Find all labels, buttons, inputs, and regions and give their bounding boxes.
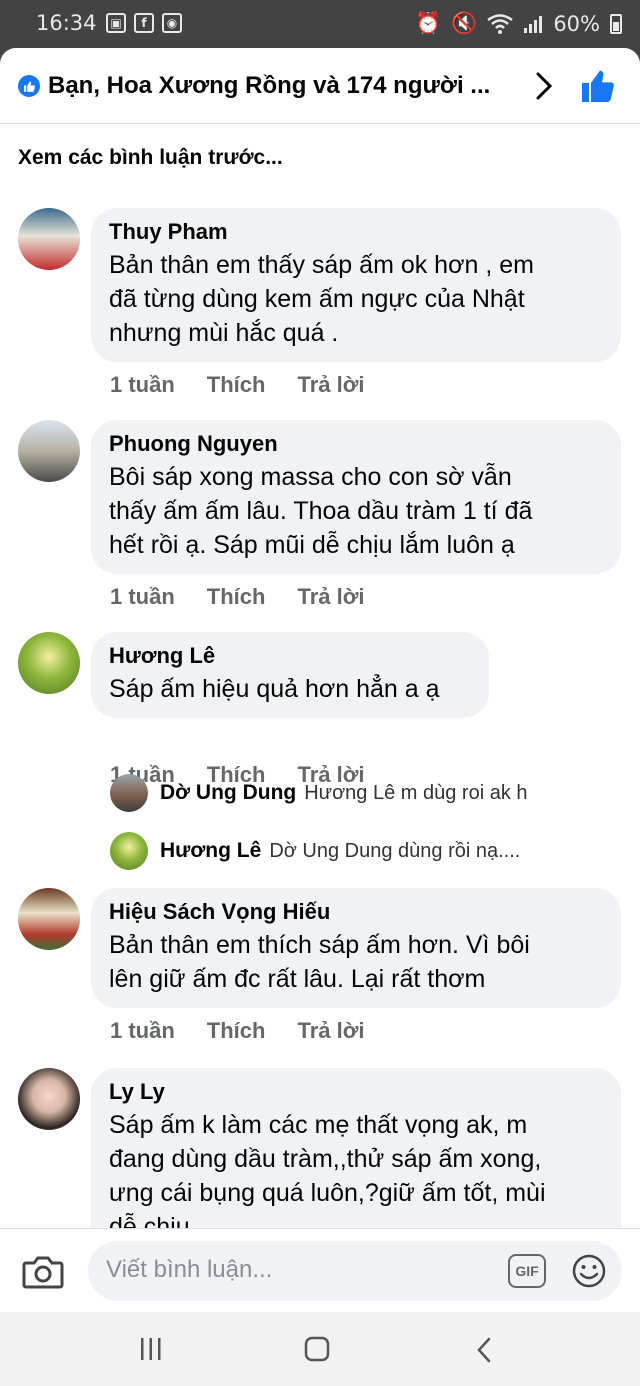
reply-text: Dờ Ung Dung dùng rồi nạ....: [269, 839, 521, 862]
comments-sheet: Bạn, Hoa Xương Rồng và 174 người ... Xem…: [0, 48, 640, 1312]
commenter-name[interactable]: Phuong Nguyen: [109, 430, 603, 458]
home-icon[interactable]: [304, 1336, 330, 1362]
commenter-name[interactable]: Hương Lê: [160, 839, 261, 863]
commenter-name[interactable]: Hương Lê: [109, 642, 471, 670]
comment-bubble[interactable]: Phuong Nguyen Bôi sáp xong massa cho con…: [91, 420, 621, 574]
comment-time: 1 tuần: [110, 372, 175, 397]
battery-percent: 60%: [553, 11, 600, 36]
reply-item[interactable]: Hương Lê Dờ Ung Dung dùng rồi nạ....: [110, 832, 520, 870]
like-button-icon[interactable]: [580, 68, 616, 104]
reply-comment-button[interactable]: Trả lời: [297, 372, 364, 398]
avatar[interactable]: [18, 632, 80, 694]
like-comment-button[interactable]: Thích: [207, 1018, 266, 1044]
reactions-header[interactable]: Bạn, Hoa Xương Rồng và 174 người ...: [0, 48, 640, 124]
reply-text: Hương Lê m dùg roi ak h: [304, 781, 528, 804]
avatar[interactable]: [110, 774, 148, 812]
avatar[interactable]: [18, 888, 80, 950]
alarm-icon: ⏰: [415, 11, 442, 35]
comment-text: Sáp ấm hiệu quả hơn hẳn a ạ: [109, 675, 440, 703]
see-previous-comments-link[interactable]: Xem các bình luận trước...: [18, 146, 283, 170]
gallery-notification-icon: ▣: [106, 13, 126, 33]
messenger-notification-icon: ◉: [162, 13, 182, 33]
like-comment-button[interactable]: Thích: [207, 584, 266, 610]
comment-bubble[interactable]: Hiệu Sách Vọng Hiếu Bản thân em thích sá…: [91, 888, 621, 1008]
commenter-name[interactable]: Dờ Ung Dung: [160, 781, 296, 805]
reply-comment-button[interactable]: Trả lời: [297, 584, 364, 610]
comment-actions: 1 tuần Thích Trả lời: [110, 372, 396, 398]
commenter-name[interactable]: Hiệu Sách Vọng Hiếu: [109, 898, 603, 926]
mute-icon: 🔇: [451, 11, 478, 35]
reactions-summary[interactable]: Bạn, Hoa Xương Rồng và 174 người ...: [48, 72, 518, 100]
recent-apps-icon[interactable]: [138, 1336, 164, 1362]
system-icons: ⏰ 🔇 60%: [415, 11, 622, 36]
comment-bubble[interactable]: Hương Lê Sáp ấm hiệu quả hơn hẳn a ạ: [91, 632, 489, 718]
comment-text: Bản thân em thích sáp ấm hơn. Vì bôi lên…: [109, 931, 530, 993]
reply-item[interactable]: Dờ Ung Dung Hương Lê m dùg roi ak h: [110, 774, 528, 812]
emoji-icon[interactable]: [571, 1253, 607, 1289]
comment-input[interactable]: Viết bình luận... GIF: [88, 1241, 622, 1301]
comment-actions: 1 tuần Thích Trả lời: [110, 1018, 396, 1044]
comment-bubble[interactable]: Thuy Pham Bản thân em thấy sáp ấm ok hơn…: [91, 208, 621, 362]
comment-time: 1 tuần: [110, 1018, 175, 1043]
back-icon[interactable]: [474, 1336, 494, 1364]
comment-composer: Viết bình luận... GIF: [0, 1228, 640, 1312]
comment-input-placeholder: Viết bình luận...: [106, 1256, 273, 1283]
commenter-name[interactable]: Ly Ly: [109, 1078, 603, 1106]
comment-actions: 1 tuần Thích Trả lời: [110, 584, 396, 610]
gif-button[interactable]: GIF: [508, 1254, 546, 1288]
avatar[interactable]: [110, 832, 148, 870]
status-bar: 16:34 ▣ f ◉ ⏰ 🔇 60%: [0, 0, 640, 48]
like-reaction-icon: [18, 75, 40, 97]
notification-icons: ▣ f ◉: [106, 13, 182, 33]
comment-text: Bôi sáp xong massa cho con sờ vẫn thấy ấ…: [109, 463, 533, 559]
status-time: 16:34: [36, 11, 97, 35]
facebook-notification-icon: f: [134, 13, 154, 33]
like-comment-button[interactable]: Thích: [207, 372, 266, 398]
avatar[interactable]: [18, 420, 80, 482]
wifi-icon: [487, 13, 514, 34]
comment-time: 1 tuần: [110, 584, 175, 609]
comment-text: Bản thân em thấy sáp ấm ok hơn , em đã t…: [109, 251, 534, 347]
reply-comment-button[interactable]: Trả lời: [297, 1018, 364, 1044]
avatar[interactable]: [18, 208, 80, 270]
commenter-name[interactable]: Thuy Pham: [109, 218, 603, 246]
battery-icon: [610, 13, 622, 34]
avatar[interactable]: [18, 1068, 80, 1130]
signal-icon: [524, 15, 543, 33]
camera-icon[interactable]: [22, 1253, 64, 1291]
comment-text: Sáp ấm k làm các mẹ thất vọng ak, m đang…: [109, 1111, 546, 1241]
system-navigation-bar: [0, 1312, 640, 1386]
chevron-right-icon[interactable]: [532, 70, 556, 102]
